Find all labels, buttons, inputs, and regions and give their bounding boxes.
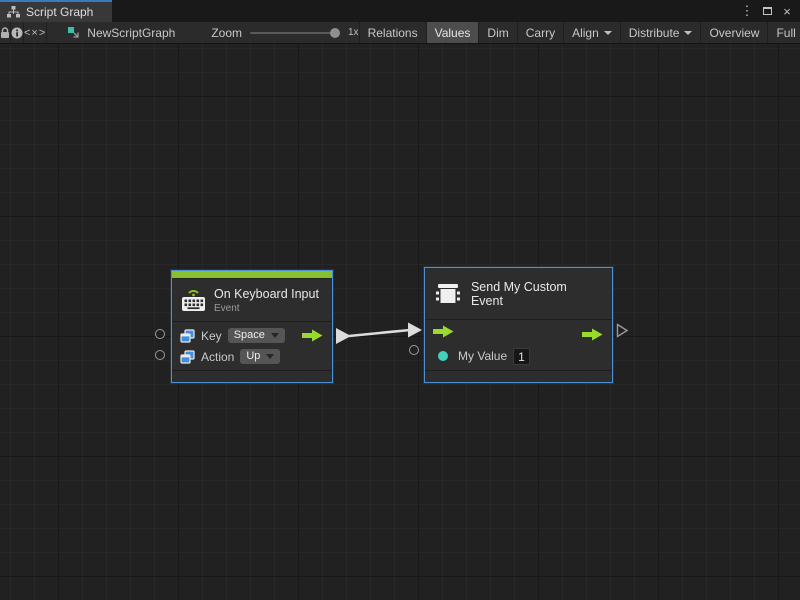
zoom-level: 1x: [346, 27, 359, 38]
node-subtitle: Event: [214, 303, 319, 314]
flow-arrow-icon: [302, 329, 323, 342]
lock-icon: [0, 27, 10, 39]
trigger-input-port[interactable]: [433, 325, 454, 343]
trigger-output-port[interactable]: [302, 329, 323, 342]
node-footer: [425, 371, 612, 382]
graph-toolbar: <×> NewScriptGraph Zoom 1x Relations Val…: [0, 22, 800, 44]
node-title: Send My Custom Event: [471, 280, 602, 308]
overview-button[interactable]: Overview: [700, 22, 767, 43]
keyboard-input-icon: [180, 287, 207, 313]
key-input-port[interactable]: [155, 329, 165, 339]
maximize-icon[interactable]: [759, 3, 775, 19]
chevron-down-icon: [271, 333, 279, 338]
my-value-input[interactable]: 1: [513, 348, 530, 365]
graph-name-label: NewScriptGraph: [87, 26, 175, 40]
event-accent-bar: [172, 271, 332, 279]
connection-wire[interactable]: [330, 320, 430, 352]
sitemap-icon: [7, 6, 20, 18]
action-input-port[interactable]: [155, 350, 165, 360]
close-icon[interactable]: ×: [779, 3, 795, 19]
action-dropdown[interactable]: Up: [240, 349, 280, 364]
graph-breadcrumb[interactable]: NewScriptGraph: [47, 22, 185, 43]
menu-icon[interactable]: ⋮: [739, 3, 755, 19]
port-row-trigger: [425, 323, 612, 345]
script-graph-window: Script Graph ⋮ × <×>: [0, 0, 800, 600]
chevron-down-icon: [266, 354, 274, 359]
key-dropdown[interactable]: Space: [228, 328, 285, 343]
port-label: Action: [201, 350, 234, 364]
toolbar-buttons: Relations Values Dim Carry Align Distrib…: [359, 22, 800, 43]
port-label: Key: [201, 329, 222, 343]
chevron-down-icon: [684, 31, 692, 35]
key-dropdown-value: Space: [234, 329, 265, 341]
node-header: Send My Custom Event: [425, 268, 612, 319]
action-dropdown-value: Up: [246, 350, 260, 362]
node-ports: My Value 1: [425, 319, 612, 371]
node-send-my-custom-event[interactable]: Send My Custom Event: [424, 267, 613, 383]
distribute-button[interactable]: Distribute: [620, 22, 701, 43]
port-label: My Value: [458, 349, 507, 363]
zoom-slider-handle[interactable]: [330, 28, 340, 38]
port-row-my-value: My Value 1: [425, 345, 612, 367]
graph-canvas[interactable]: On Keyboard Input Event Key Space: [0, 44, 800, 600]
chevron-down-icon: [604, 31, 612, 35]
info-button[interactable]: [11, 22, 24, 43]
relations-button[interactable]: Relations: [359, 22, 426, 43]
code-view-button[interactable]: <×>: [24, 22, 47, 43]
node-on-keyboard-input[interactable]: On Keyboard Input Event Key Space: [171, 270, 333, 383]
script-graph-asset-icon: [67, 26, 81, 40]
dim-button[interactable]: Dim: [478, 22, 516, 43]
align-button[interactable]: Align: [563, 22, 620, 43]
window-controls: ⋮ ×: [739, 0, 800, 22]
lock-button[interactable]: [0, 22, 11, 43]
key-type-icon: [180, 329, 195, 343]
info-icon: [11, 27, 23, 39]
flow-continuation-port[interactable]: [616, 323, 629, 338]
values-button[interactable]: Values: [426, 22, 479, 43]
port-row-key: Key Space: [172, 325, 332, 346]
node-ports: Key Space: [172, 321, 332, 371]
node-header: On Keyboard Input Event: [172, 279, 332, 321]
tab-script-graph[interactable]: Script Graph: [0, 0, 112, 22]
titlebar: Script Graph ⋮ ×: [0, 0, 800, 22]
zoom-label: Zoom: [211, 26, 242, 40]
value-port-dot[interactable]: [438, 351, 448, 361]
custom-event-icon: [435, 282, 461, 306]
port-row-action: Action Up: [172, 346, 332, 367]
zoom-control: Zoom 1x: [185, 22, 358, 43]
flow-arrow-icon: [582, 328, 603, 341]
carry-button[interactable]: Carry: [517, 22, 563, 43]
node-title: On Keyboard Input: [214, 287, 319, 301]
fullscreen-button[interactable]: Full S: [767, 22, 800, 43]
flow-arrow-icon: [433, 325, 454, 338]
zoom-slider[interactable]: [250, 32, 338, 34]
node-footer: [172, 371, 332, 382]
action-type-icon: [180, 350, 195, 364]
trigger-output-port[interactable]: [582, 328, 603, 341]
tab-label: Script Graph: [26, 5, 93, 19]
